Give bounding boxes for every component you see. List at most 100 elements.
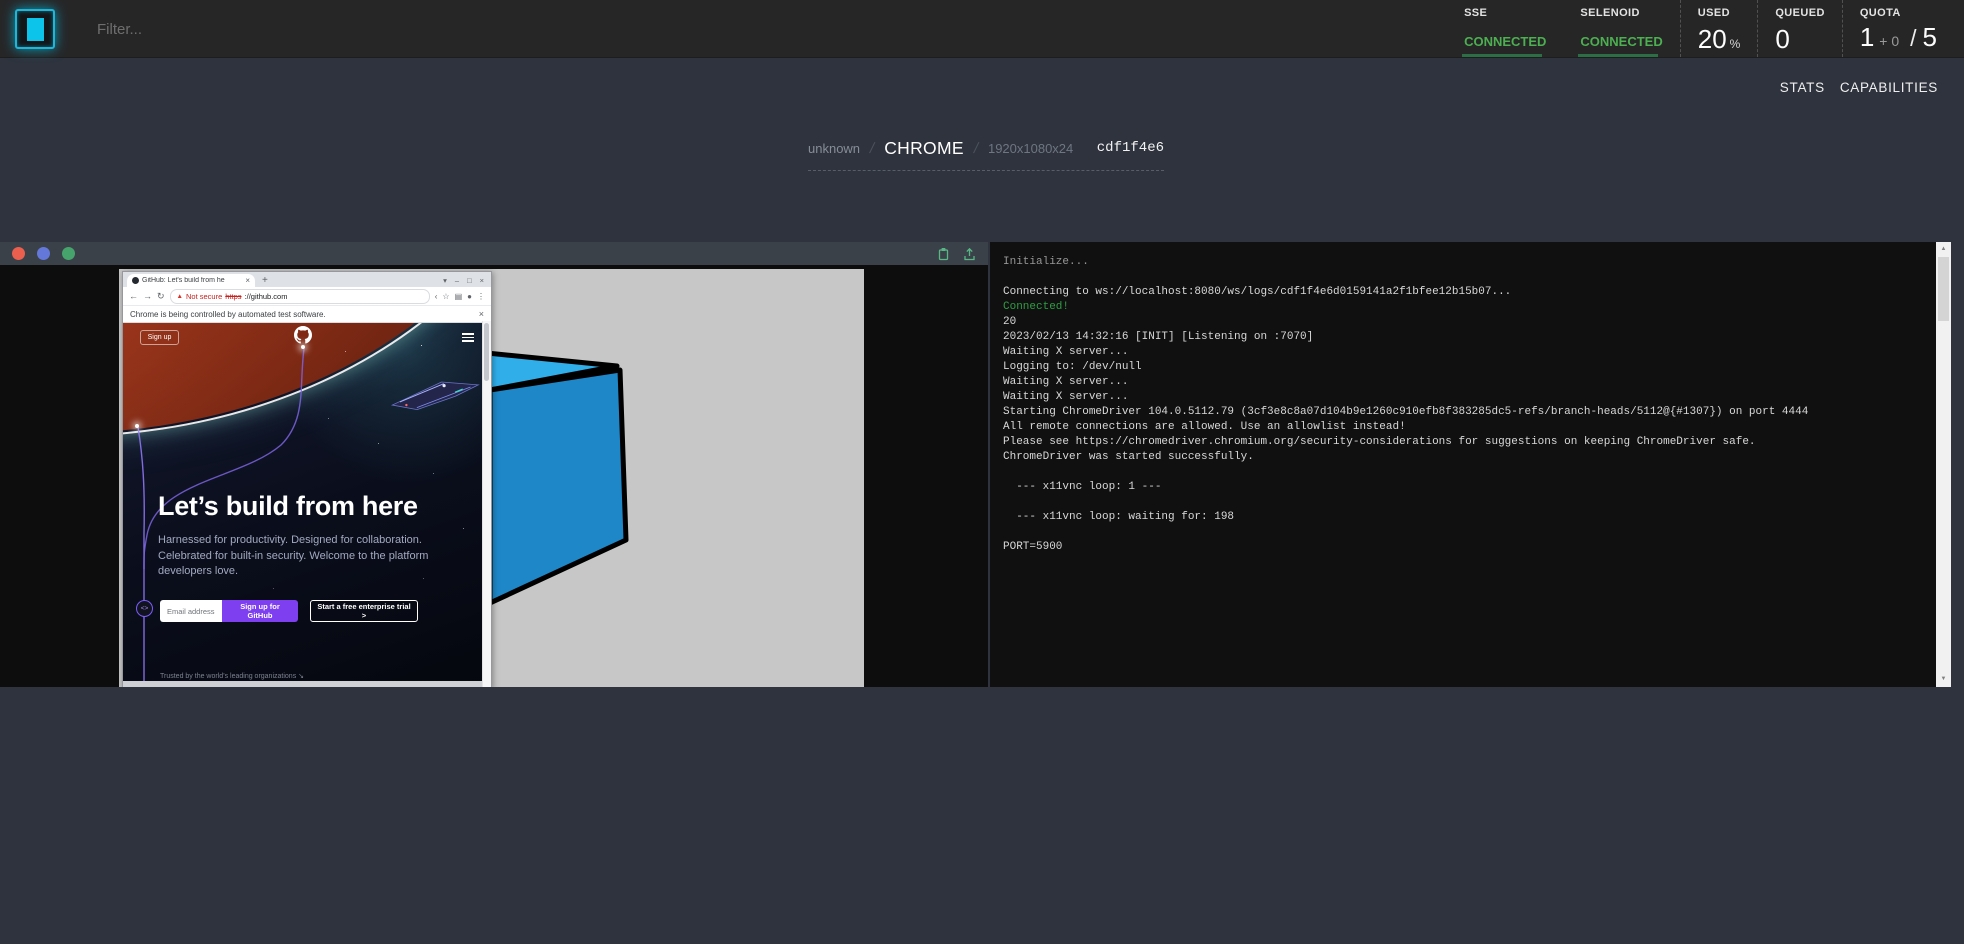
clipboard-icon[interactable] [937, 247, 950, 261]
log-line: Waiting X server... [1003, 390, 1928, 405]
minimize-icon[interactable]: – [455, 277, 459, 285]
upload-icon[interactable] [963, 247, 976, 261]
spaceship-illustration [385, 365, 485, 421]
session-id-link[interactable]: cdf1f4e6 [1097, 140, 1164, 156]
log-line: --- x11vnc loop: waiting for: 198 [1003, 510, 1928, 525]
log-line: 2023/02/13 14:32:16 [INIT] [Listening on… [1003, 330, 1928, 345]
log-line: Waiting X server... [1003, 375, 1928, 390]
separator: / [972, 140, 980, 157]
vnc-titlebar [0, 242, 988, 265]
selenoid-logo-inner [27, 18, 44, 41]
log-line: Connected! [1003, 300, 1928, 315]
automation-infobar-text: Chrome is being controlled by automated … [130, 310, 326, 319]
tab-search-icon[interactable]: ▾ [443, 277, 447, 285]
tab-close-icon[interactable]: × [245, 277, 250, 285]
profile-avatar-icon[interactable]: ● [467, 292, 472, 301]
minimize-dot-button[interactable] [37, 247, 50, 260]
toolbar-right-icons: ‹ ☆ ▤ ● ⋮ [435, 292, 485, 301]
stat-quota-used: 1 [1860, 24, 1874, 50]
menu-dots-icon[interactable]: ⋮ [477, 292, 485, 301]
status-bar: SSE CONNECTED SELENOID CONNECTED USED 20… [1447, 0, 1954, 57]
close-icon[interactable]: × [480, 277, 484, 285]
stat-queued-value: 0 [1775, 26, 1789, 52]
tab-capabilities[interactable]: CAPABILITIES [1840, 80, 1938, 95]
enterprise-trial-button[interactable]: Start a free enterprise trial > [310, 600, 418, 622]
remote-desktop[interactable]: GitHub: Let's build from he × + ▾ – □ × … [119, 269, 864, 687]
filter-input[interactable] [95, 0, 519, 59]
browser-tab[interactable]: GitHub: Let's build from he × [127, 274, 255, 287]
new-tab-button[interactable]: + [262, 276, 268, 286]
browser-tabstrip: GitHub: Let's build from he × + ▾ – □ × [123, 272, 491, 287]
github-headline: Let’s build from here [158, 491, 463, 522]
github-signup-chip[interactable]: Sign up [140, 330, 179, 345]
log-line: Starting ChromeDriver 104.0.5112.79 (3cf… [1003, 405, 1928, 420]
stat-quota-label: QUOTA [1860, 7, 1937, 19]
back-icon[interactable]: ← [129, 291, 138, 301]
fullscreen-dot-button[interactable] [62, 247, 75, 260]
app-header: SSE CONNECTED SELENOID CONNECTED USED 20… [0, 0, 1964, 58]
next-section-edge [123, 681, 491, 687]
side-panel-icon[interactable]: ▤ [455, 292, 463, 301]
session-resolution: 1920x1080x24 [988, 141, 1073, 156]
remote-browser-window[interactable]: GitHub: Let's build from he × + ▾ – □ × … [122, 271, 492, 687]
stat-sse: SSE CONNECTED [1447, 0, 1563, 57]
stat-quota: QUOTA 1 + 0 / 5 [1842, 0, 1954, 57]
log-line: Waiting X server... [1003, 345, 1928, 360]
forward-icon[interactable]: → [143, 291, 152, 301]
stat-queued-label: QUEUED [1775, 7, 1824, 19]
github-cta-row: Sign up for GitHub Start a free enterpri… [160, 600, 418, 622]
infobar-close-icon[interactable]: × [479, 309, 484, 319]
glow-dot [135, 424, 139, 428]
scroll-up-icon[interactable]: ▲ [1936, 243, 1951, 256]
browser-scrollbar-thumb[interactable] [484, 323, 489, 381]
not-secure-label: Not secure [186, 292, 222, 301]
automation-infobar: Chrome is being controlled by automated … [123, 306, 491, 323]
address-bar[interactable]: ▲ Not secure https ://github.com [170, 289, 430, 304]
session-browser: CHROME [884, 138, 964, 159]
maximize-icon[interactable]: □ [467, 277, 472, 285]
session-row[interactable]: unknown / CHROME / 1920x1080x24 cdf1f4e6 [808, 126, 1164, 171]
browser-scrollbar[interactable] [482, 321, 491, 687]
github-subtitle: Harnessed for productivity. Designed for… [158, 533, 452, 580]
selenoid-ui-app: SSE CONNECTED SELENOID CONNECTED USED 20… [0, 0, 1964, 944]
email-field[interactable] [160, 600, 222, 622]
log-line: All remote connections are allowed. Use … [1003, 420, 1928, 435]
nav-tabs: STATS CAPABILITIES [1780, 80, 1938, 95]
tab-stats[interactable]: STATS [1780, 80, 1825, 95]
not-secure-warning-icon: ▲ [177, 293, 183, 300]
vnc-screen[interactable]: GitHub: Let's build from he × + ▾ – □ × … [0, 265, 988, 687]
browser-toolbar: ← → ↻ ▲ Not secure https ://github.com ‹… [123, 287, 491, 306]
session-user: unknown [808, 141, 860, 156]
stat-selenoid-label: SELENOID [1580, 7, 1662, 19]
glow-dot [301, 345, 305, 349]
trusted-line: Trusted by the world’s leading organizat… [160, 672, 304, 680]
stat-quota-pending: + 0 [1879, 33, 1899, 49]
log-line [1003, 525, 1928, 540]
stat-sse-value: CONNECTED [1464, 34, 1546, 49]
scroll-down-icon[interactable]: ▼ [1936, 673, 1951, 686]
reload-icon[interactable]: ↻ [157, 291, 165, 301]
stat-selenoid: SELENOID CONNECTED [1563, 0, 1679, 57]
log-line: Please see https://chromedriver.chromium… [1003, 435, 1928, 450]
vnc-window: GitHub: Let's build from he × + ▾ – □ × … [0, 242, 988, 687]
hamburger-menu-icon[interactable] [462, 333, 474, 344]
close-dot-button[interactable] [12, 247, 25, 260]
share-icon[interactable]: ‹ [435, 292, 438, 301]
log-line [1003, 270, 1928, 285]
browser-window-controls: ▾ – □ × [443, 277, 487, 287]
url-scheme: https [225, 292, 241, 301]
github-logo-icon[interactable] [294, 326, 312, 344]
session-log-output[interactable]: Initialize...Connecting to ws://localhos… [990, 242, 1936, 687]
stat-queued: QUEUED 0 [1757, 0, 1841, 57]
log-line: ChromeDriver was started successfully. [1003, 450, 1928, 465]
log-scrollbar[interactable]: ▲ ▼ [1936, 242, 1951, 687]
signup-github-button[interactable]: Sign up for GitHub [222, 600, 298, 622]
stat-used: USED 20 % [1680, 0, 1758, 57]
github-page: Sign up Let’s build from here Harnessed … [123, 323, 491, 687]
stat-used-label: USED [1698, 7, 1741, 19]
browser-tab-title: GitHub: Let's build from he [142, 277, 243, 284]
separator: / [868, 140, 876, 157]
bookmark-star-icon[interactable]: ☆ [442, 292, 449, 301]
log-scrollbar-thumb[interactable] [1938, 257, 1949, 321]
github-favicon [132, 277, 139, 284]
